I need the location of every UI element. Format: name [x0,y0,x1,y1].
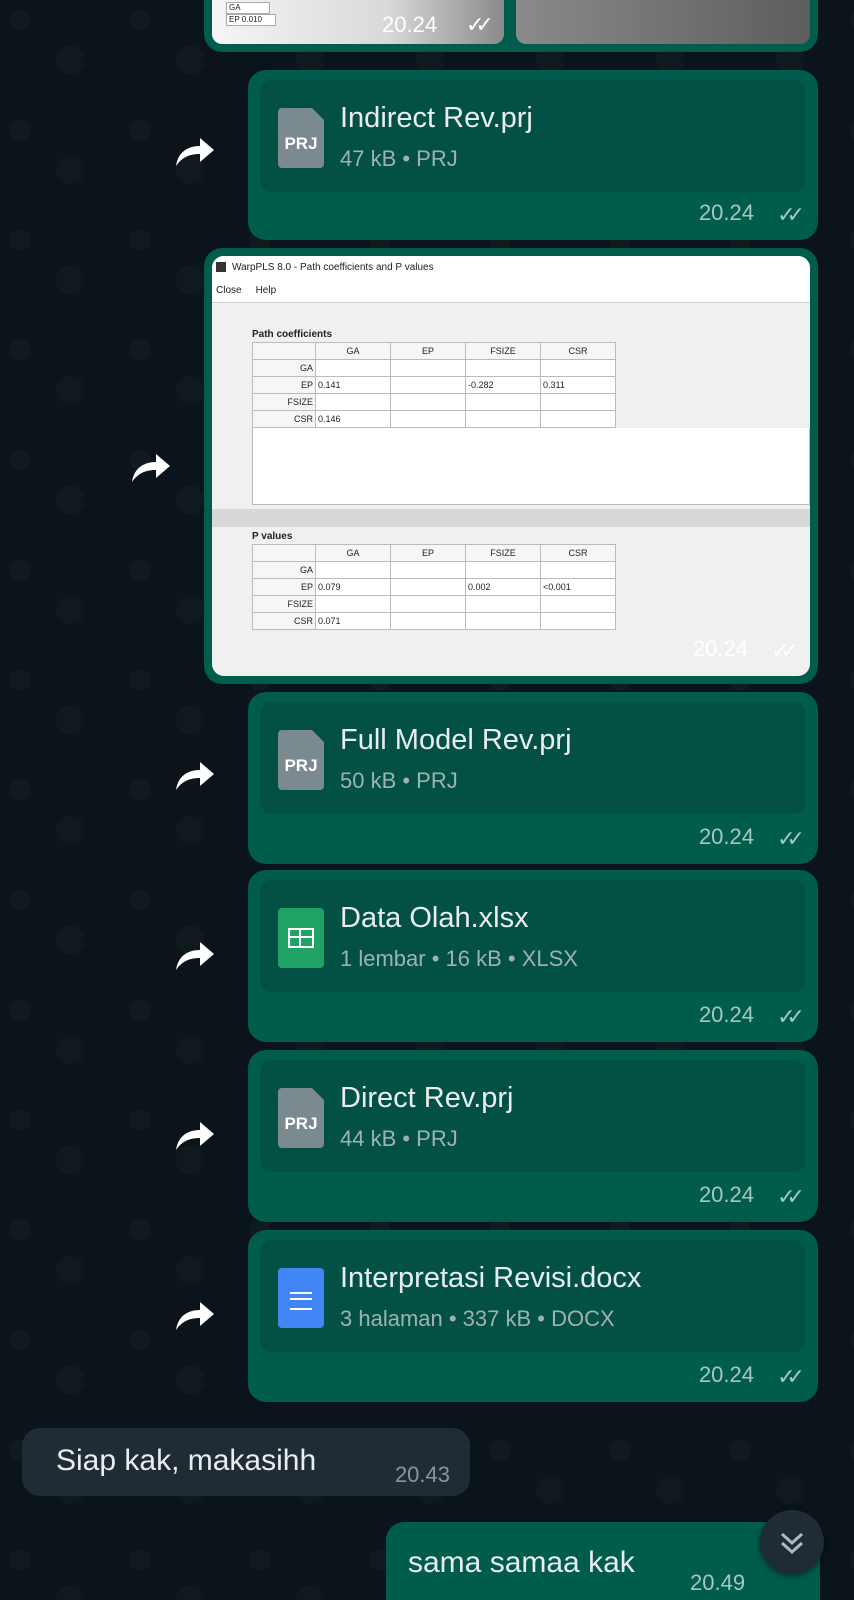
file-name: Direct Rev.prj [340,1082,514,1114]
message-time: 20.24 [698,200,754,225]
table-empty-area [252,428,810,505]
image-thumbnail[interactable] [516,0,810,44]
table-row: GA [252,561,616,579]
window-title: WarpPLS 8.0 - Path coefficients and P va… [232,261,434,273]
file-card[interactable]: PRJ Direct Rev.prj 44 kB • PRJ [260,1060,806,1172]
file-message[interactable]: Data Olah.xlsx 1 lembar • 16 kB • XLSX 2… [248,870,818,1042]
p-values-title: P values [252,531,293,542]
message-text: Siap kak, makasihh [56,1444,317,1477]
file-message[interactable]: Interpretasi Revisi.docx 3 halaman • 337… [248,1230,818,1402]
message-text: sama samaa kak [408,1546,635,1579]
file-name: Full Model Rev.prj [340,724,572,756]
outgoing-message[interactable]: sama samaa kak 20.49 [386,1522,820,1600]
menu-bar: Close Help [212,278,810,303]
file-card[interactable]: PRJ Full Model Rev.prj 50 kB • PRJ [260,702,806,814]
file-message[interactable]: PRJ Indirect Rev.prj 47 kB • PRJ 20.24 ✓… [248,70,818,240]
file-name: Interpretasi Revisi.docx [340,1262,642,1294]
file-meta: 3 halaman • 337 kB • DOCX [340,1306,615,1331]
read-receipt-icon: ✓✓ [777,1004,805,1029]
forward-icon[interactable] [172,1118,216,1154]
document-file-icon [278,1268,324,1328]
file-card[interactable]: PRJ Indirect Rev.prj 47 kB • PRJ [260,80,806,192]
message-time: 20.24 [698,824,754,849]
scroll-to-bottom-button[interactable] [760,1510,824,1574]
read-receipt-icon: ✓✓ [777,1364,805,1389]
forward-icon[interactable] [172,1298,216,1334]
window-titlebar: WarpPLS 8.0 - Path coefficients and P va… [212,256,810,278]
forward-icon[interactable] [172,134,216,170]
image-thumbnail[interactable]: GA EP 0.010 [212,0,504,44]
spreadsheet-file-icon [278,908,324,968]
table-row: EP 0.141 -0.282 0.311 [252,376,616,394]
message-time: 20.24 [698,1002,754,1027]
message-time: 20.24 [692,636,748,661]
table-cell: GA [226,2,270,14]
table-row: FSIZE [252,595,616,613]
forward-icon[interactable] [172,758,216,794]
read-receipt-icon: ✓✓ [466,12,494,37]
double-chevron-down-icon [780,1532,804,1555]
incoming-message[interactable]: Siap kak, makasihh 20.43 [22,1428,470,1496]
app-logo-icon [216,262,226,272]
forward-icon[interactable] [128,450,172,486]
file-name: Data Olah.xlsx [340,902,529,934]
file-meta: 50 kB • PRJ [340,768,458,793]
prj-file-icon: PRJ [278,1088,324,1148]
read-receipt-icon: ✓✓ [777,1184,805,1209]
file-meta: 44 kB • PRJ [340,1126,458,1151]
file-meta: 1 lembar • 16 kB • XLSX [340,946,578,971]
image-message-fragment[interactable]: GA EP 0.010 20.24 ✓✓ [204,0,818,52]
file-card[interactable]: Interpretasi Revisi.docx 3 halaman • 337… [260,1240,806,1352]
file-name: Indirect Rev.prj [340,102,533,134]
path-coefficients-title: Path coefficients [252,329,333,340]
table-row: EP 0.079 0.002 <0.001 [252,578,616,596]
image-message[interactable]: WarpPLS 8.0 - Path coefficients and P va… [204,248,818,684]
file-card[interactable]: Data Olah.xlsx 1 lembar • 16 kB • XLSX [260,880,806,992]
read-receipt-icon: ✓✓ [777,826,805,851]
path-coefficients-table: GA EP FSIZE CSR GA EP 0.141 -0.282 0.311 FSIZE… [252,342,616,428]
table-row: CSR 0.146 [252,410,616,428]
table-row: FSIZE [252,393,616,411]
table-cell: EP 0.010 [226,14,276,26]
table-row: GA [252,359,616,377]
prj-file-icon: PRJ [278,108,324,168]
table-row: CSR 0.071 [252,612,616,630]
message-time: 20.24 [698,1362,754,1387]
read-receipt-icon: ✓✓ [777,202,805,227]
file-message[interactable]: PRJ Full Model Rev.prj 50 kB • PRJ 20.24… [248,692,818,864]
menu-item-help: Help [255,284,277,296]
section-divider [212,509,810,527]
prj-file-icon: PRJ [278,730,324,790]
file-meta: 47 kB • PRJ [340,146,458,171]
p-values-table: GA EP FSIZE CSR GA EP 0.079 0.002 <0.001 FSIZE… [252,544,616,630]
message-time: 20.24 [382,12,438,37]
message-time: 20.49 [690,1570,746,1595]
file-message[interactable]: PRJ Direct Rev.prj 44 kB • PRJ 20.24 ✓✓ [248,1050,818,1222]
screenshot-image[interactable]: WarpPLS 8.0 - Path coefficients and P va… [212,256,810,676]
menu-item-close: Close [216,284,242,296]
message-time: 20.43 [394,1462,450,1487]
read-receipt-icon: ✓✓ [771,638,799,663]
message-time: 20.24 [698,1182,754,1207]
forward-icon[interactable] [172,938,216,974]
